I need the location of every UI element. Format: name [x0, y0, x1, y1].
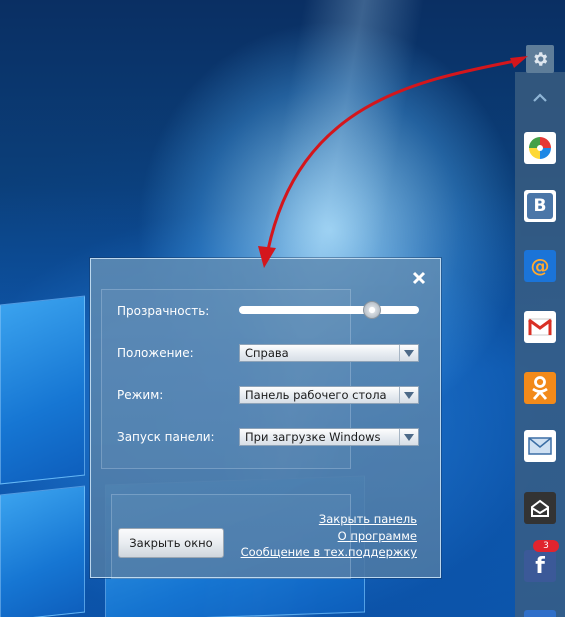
dialog-close-button[interactable]: [410, 269, 428, 287]
dropdown-arrow[interactable]: [399, 429, 418, 445]
position-label: Положение:: [117, 346, 194, 360]
vk-icon: B: [527, 193, 553, 219]
about-link[interactable]: О программе: [338, 529, 417, 543]
settings-button[interactable]: [526, 45, 554, 73]
partial-app-button[interactable]: [524, 610, 556, 617]
mail-ru-icon: @: [527, 253, 553, 279]
settings-dialog: Прозрачность: Положение: Справа Режим: П…: [90, 258, 441, 579]
close-panel-link[interactable]: Закрыть панель: [319, 512, 417, 526]
startup-label: Запуск панели:: [117, 430, 215, 444]
position-dropdown[interactable]: Справа: [239, 344, 419, 362]
odnoklassniki-button[interactable]: [524, 372, 556, 404]
facebook-button[interactable]: f: [524, 550, 556, 582]
close-window-button[interactable]: Закрыть окно: [118, 528, 224, 558]
gmail-icon: [528, 318, 552, 336]
startup-dropdown[interactable]: При загрузке Windows: [239, 428, 419, 446]
gear-icon: [534, 52, 548, 66]
mail-inbox-button[interactable]: [524, 492, 556, 524]
chevron-down-icon: [404, 433, 414, 441]
facebook-icon: f: [535, 554, 545, 579]
panel-collapse-button[interactable]: [526, 86, 554, 110]
mail-inbox-icon: [531, 499, 549, 517]
windows-logo-pane: [0, 295, 85, 485]
support-message-link[interactable]: Сообщение в тех.поддержку: [241, 545, 417, 559]
mail-ru-button[interactable]: @: [524, 250, 556, 282]
mode-label: Режим:: [117, 388, 164, 402]
slider-thumb[interactable]: [363, 301, 382, 319]
mode-value: Панель рабочего стола: [245, 388, 387, 402]
windows-logo-pane: [0, 485, 85, 617]
pinwheel-app-button[interactable]: [524, 132, 556, 164]
mode-dropdown[interactable]: Панель рабочего стола: [239, 386, 419, 404]
close-icon: [412, 271, 426, 285]
dropdown-arrow[interactable]: [399, 345, 418, 361]
notification-badge: 3: [533, 540, 559, 552]
dropdown-arrow[interactable]: [399, 387, 418, 403]
chevron-up-icon: [533, 93, 547, 102]
position-value: Справа: [245, 346, 289, 360]
gmail-button[interactable]: [524, 311, 556, 343]
chevron-down-icon: [404, 349, 414, 357]
startup-value: При загрузке Windows: [245, 430, 381, 444]
mail-envelope-button[interactable]: [524, 430, 556, 462]
transparency-label: Прозрачность:: [117, 304, 210, 318]
odnoklassniki-icon: [532, 376, 548, 400]
pinwheel-app-icon: [529, 137, 551, 159]
chevron-down-icon: [404, 391, 414, 399]
mail-envelope-icon: [528, 437, 552, 455]
transparency-slider[interactable]: [239, 301, 419, 319]
vk-button[interactable]: B: [524, 190, 556, 222]
